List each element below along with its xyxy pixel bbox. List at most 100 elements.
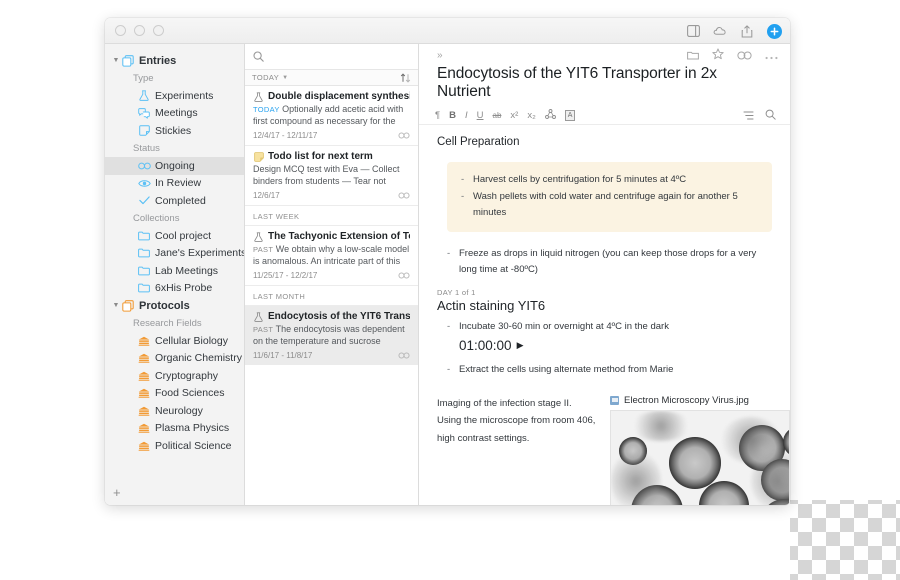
check-icon bbox=[137, 196, 151, 205]
list-sort-label: TODAY bbox=[252, 73, 280, 82]
italic-button[interactable]: I bbox=[465, 110, 468, 121]
paragraph-icon[interactable]: ¶ bbox=[435, 110, 440, 121]
sidebar-group-label: Status bbox=[133, 142, 160, 154]
sidebar-item-jane-s-experiments[interactable]: Jane's Experiments bbox=[105, 245, 244, 263]
share-icon[interactable] bbox=[740, 24, 754, 38]
play-icon[interactable]: ▶ bbox=[517, 340, 524, 351]
bank-icon bbox=[137, 441, 151, 451]
list-item-title: Todo list for next term bbox=[268, 151, 373, 162]
content-bullet[interactable]: - Freeze as drops in liquid nitrogen (you… bbox=[447, 245, 772, 278]
cloud-sync-icon[interactable] bbox=[713, 24, 727, 38]
sidebar-item-neurology[interactable]: Neurology bbox=[105, 402, 244, 420]
step-bullet[interactable]: - Extract the cells using alternate metho… bbox=[447, 361, 772, 378]
sidebar-item-plasma-physics[interactable]: Plasma Physics bbox=[105, 420, 244, 438]
step-bullet[interactable]: - Incubate 30-60 min or overnight at 4ºC … bbox=[447, 318, 772, 335]
sidebar-item-cellular-biology[interactable]: Cellular Biology bbox=[105, 332, 244, 350]
sidebar-add-button[interactable]: + bbox=[113, 486, 121, 499]
sidebar-section-protocols[interactable]: ▼ Protocols bbox=[105, 297, 244, 315]
bullet-text: Incubate 30-60 min or overnight at 4ºC i… bbox=[459, 320, 669, 332]
underline-button[interactable]: U bbox=[477, 110, 484, 121]
sidebar-item-experiments[interactable]: Experiments bbox=[105, 87, 244, 105]
outline-icon[interactable] bbox=[743, 107, 754, 125]
titlebar-actions bbox=[686, 18, 782, 44]
timer-widget[interactable]: 01:00:00 ▶ bbox=[447, 335, 772, 355]
editor-content[interactable]: Cell Preparation - Harvest cells by centr… bbox=[419, 125, 790, 505]
bullet-text: Extract the cells using alternate method… bbox=[459, 364, 674, 376]
sidebar-item-6xhis-probe[interactable]: 6xHis Probe bbox=[105, 280, 244, 298]
minimize-button[interactable] bbox=[134, 25, 145, 36]
format-toolbar: ¶ B I U ab x² x₂ A bbox=[419, 107, 790, 125]
virus-particle bbox=[669, 436, 721, 489]
infinity-icon[interactable] bbox=[398, 132, 410, 139]
subscript-button[interactable]: x₂ bbox=[527, 110, 535, 121]
sidebar-section-entries[interactable]: ▼ Entries bbox=[105, 52, 244, 70]
callout-bullet[interactable]: - Wash pellets with cold water and centri… bbox=[461, 188, 758, 221]
sort-ascending-icon[interactable] bbox=[400, 72, 411, 83]
timer-value: 01:00:00 bbox=[459, 338, 512, 354]
strikethrough-button[interactable]: ab bbox=[493, 111, 502, 120]
bank-icon bbox=[137, 353, 151, 364]
electron-microscopy-image[interactable] bbox=[610, 409, 790, 505]
sidebar-footer: + bbox=[105, 479, 244, 505]
entry-title[interactable]: Endocytosis of the YIT6 Transporter in 2… bbox=[419, 62, 790, 107]
sidebar-item-political-science[interactable]: Political Science bbox=[105, 437, 244, 455]
bank-icon bbox=[137, 406, 151, 416]
molecule-icon[interactable] bbox=[544, 109, 556, 122]
superscript-button[interactable]: x² bbox=[510, 110, 518, 121]
sidebar-item-label: Cellular Biology bbox=[155, 334, 228, 347]
search-input[interactable] bbox=[269, 51, 410, 62]
sidebar-item-ongoing[interactable]: Ongoing bbox=[105, 157, 244, 175]
list-sort-control[interactable]: TODAY ▼ bbox=[252, 73, 289, 82]
sidebar: ▼ Entries Type Experiments Meetings Stickies S… bbox=[105, 44, 245, 505]
list-item[interactable]: Double displacement synthesi… TODAY Optio… bbox=[245, 86, 418, 145]
sidebar-item-label: Jane's Experiments bbox=[155, 247, 244, 260]
bottom-paragraph[interactable]: Imaging of the infection stage II. Using… bbox=[437, 395, 596, 505]
sidebar-item-food-sciences[interactable]: Food Sciences bbox=[105, 385, 244, 403]
list-sort-header: TODAY ▼ bbox=[245, 70, 418, 86]
sidebar-item-completed[interactable]: Completed bbox=[105, 192, 244, 210]
attachment-block: Electron Microscopy Virus.jpg bbox=[610, 395, 790, 505]
sidebar-toggle-icon[interactable] bbox=[686, 24, 700, 38]
sidebar-item-lab-meetings[interactable]: Lab Meetings bbox=[105, 262, 244, 280]
add-icon[interactable] bbox=[767, 23, 782, 39]
bold-button[interactable]: B bbox=[449, 110, 456, 121]
highlight-button[interactable]: A bbox=[564, 110, 576, 121]
sidebar-group-collections: Collections bbox=[105, 210, 244, 228]
disclosure-triangle-icon[interactable]: ▼ bbox=[111, 57, 121, 64]
bullet-dash: - bbox=[447, 320, 451, 332]
callout-bullet[interactable]: - Harvest cells by centrifugation for 5 m… bbox=[461, 171, 758, 188]
sidebar-group-type: Type bbox=[105, 70, 244, 88]
sidebar-item-organic-chemistry[interactable]: Organic Chemistry bbox=[105, 350, 244, 368]
app-window: ▼ Entries Type Experiments Meetings Stickies S… bbox=[105, 18, 790, 505]
close-button[interactable] bbox=[115, 25, 126, 36]
bank-icon bbox=[137, 388, 151, 399]
list-item[interactable]: Endocytosis of the YIT6 Trans… PAST The e… bbox=[245, 305, 418, 365]
infinity-icon bbox=[137, 162, 151, 170]
sidebar-item-cool-project[interactable]: Cool project bbox=[105, 227, 244, 245]
breadcrumb-expand-icon[interactable]: » bbox=[437, 50, 443, 61]
flask-icon bbox=[253, 311, 264, 322]
step-bullets-2: - Extract the cells using alternate metho… bbox=[447, 361, 772, 378]
zoom-button[interactable] bbox=[153, 25, 164, 36]
sidebar-item-in-review[interactable]: In Review bbox=[105, 175, 244, 193]
disclosure-triangle-icon[interactable]: ▼ bbox=[111, 302, 121, 309]
sidebar-item-label: Cryptography bbox=[155, 369, 219, 382]
sidebar-item-stickies[interactable]: Stickies bbox=[105, 122, 244, 140]
sidebar-item-cryptography[interactable]: Cryptography bbox=[105, 367, 244, 385]
infinity-icon[interactable] bbox=[398, 352, 410, 359]
infinity-icon[interactable] bbox=[398, 192, 410, 199]
sidebar-item-label: Food Sciences bbox=[155, 387, 225, 400]
sidebar-item-label: Lab Meetings bbox=[155, 264, 219, 277]
bank-icon bbox=[137, 336, 151, 346]
list-item[interactable]: The Tachyonic Extension of To… PAST We ob… bbox=[245, 225, 418, 285]
list-item[interactable]: Todo list for next term Design MCQ test w… bbox=[245, 145, 418, 205]
editor-search-icon[interactable] bbox=[765, 107, 776, 125]
attachment-name[interactable]: Electron Microscopy Virus.jpg bbox=[624, 395, 749, 406]
sidebar-item-meetings[interactable]: Meetings bbox=[105, 105, 244, 123]
day-label: DAY 1 of 1 bbox=[437, 287, 476, 297]
infinity-icon[interactable] bbox=[398, 272, 410, 279]
list-item-tag: PAST bbox=[253, 245, 274, 254]
bank-icon bbox=[137, 423, 151, 434]
sidebar-group-label: Research Fields bbox=[133, 317, 202, 329]
list-item-snippet: TODAY Optionally add acetic acid with fi… bbox=[253, 104, 404, 128]
